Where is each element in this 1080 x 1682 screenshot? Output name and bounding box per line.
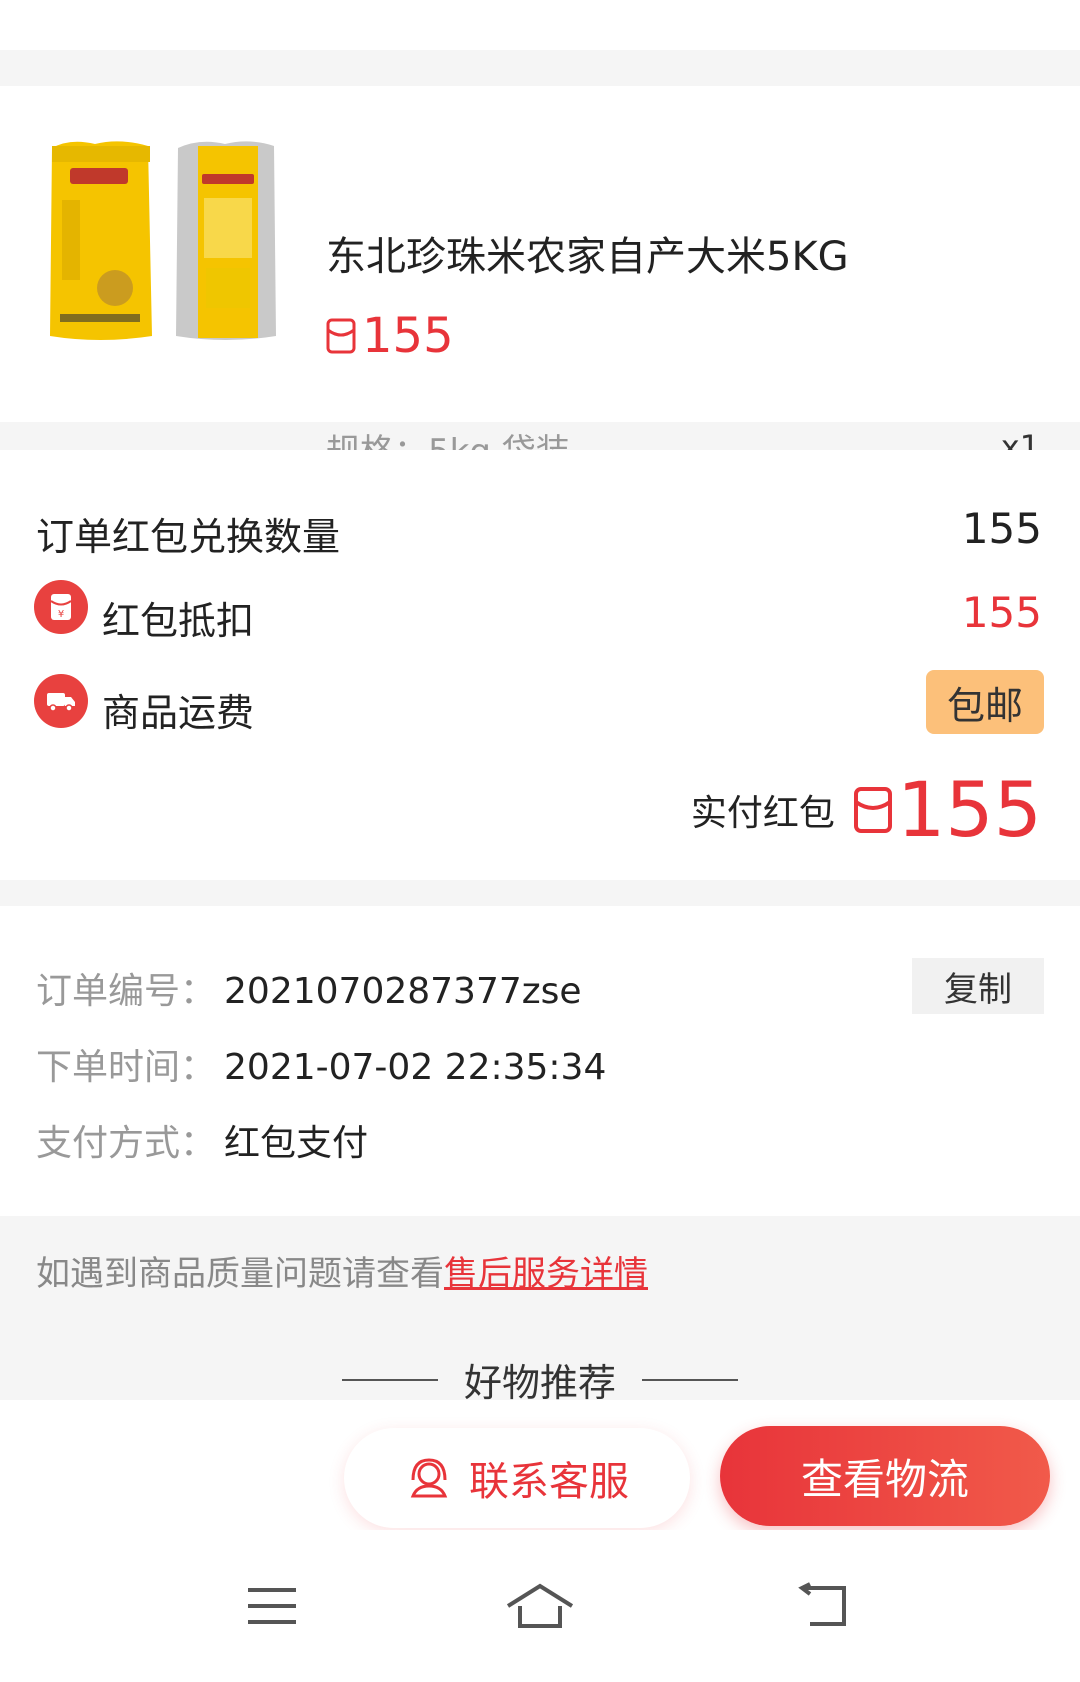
divider-line bbox=[341, 1378, 438, 1381]
product-title: 东北珍珠米农家自产大米5KG bbox=[326, 234, 849, 280]
svg-text:¥: ¥ bbox=[58, 609, 64, 620]
recommend-divider: 好物推荐 bbox=[0, 1352, 1080, 1407]
recommend-title: 好物推荐 bbox=[463, 1361, 616, 1405]
contact-service-button[interactable]: 联系客服 bbox=[344, 1428, 690, 1528]
order-info: 订单编号： 2021070287377zse 复制 下单时间： 2021-07-02… bbox=[0, 906, 1080, 1216]
red-packet-deduct-icon: ¥ bbox=[34, 580, 88, 634]
order-number-key: 订单编号： bbox=[36, 971, 217, 1012]
divider-line bbox=[642, 1378, 738, 1381]
free-shipping-badge: 包邮 bbox=[926, 670, 1044, 734]
red-packet-icon bbox=[326, 318, 356, 354]
paid-value: 155 bbox=[896, 765, 1042, 854]
order-time-row: 下单时间： 2021-07-02 22:35:34 bbox=[36, 1038, 606, 1090]
headset-icon bbox=[410, 1458, 448, 1498]
payment-summary: 订单红包兑换数量 155 ¥ 红包抵扣 155 商品运费 包邮 实付红包 155 bbox=[0, 450, 1080, 880]
payment-method-row: 支付方式： 红包支付 bbox=[36, 1114, 368, 1166]
order-number-value: 2021070287377zse bbox=[224, 971, 582, 1012]
rice-bag-image bbox=[50, 141, 276, 340]
menu-icon[interactable] bbox=[244, 1582, 300, 1630]
exchange-label: 订单红包兑换数量 bbox=[36, 515, 341, 559]
paid-total: 实付红包 155 bbox=[691, 772, 1042, 848]
back-icon[interactable] bbox=[796, 1582, 852, 1630]
paid-label: 实付红包 bbox=[690, 793, 835, 834]
order-number-row: 订单编号： 2021070287377zse bbox=[36, 962, 582, 1014]
deduct-value: 155 bbox=[961, 588, 1042, 637]
exchange-value: 155 bbox=[961, 504, 1042, 553]
shipping-truck-icon bbox=[34, 674, 88, 728]
action-bar: 联系客服 查看物流 bbox=[0, 1400, 1080, 1530]
deduct-label: 红包抵扣 bbox=[102, 599, 255, 643]
shipping-label: 商品运费 bbox=[102, 691, 255, 735]
copy-button[interactable]: 复制 bbox=[912, 958, 1044, 1014]
order-detail-page: 东北珍珠米农家自产大米5KG 155 规格：5kg 袋装 x1 订单红包兑换数量… bbox=[0, 0, 1080, 1682]
top-strip bbox=[0, 0, 1080, 50]
system-nav-bar bbox=[0, 1530, 1080, 1682]
view-logistics-button[interactable]: 查看物流 bbox=[720, 1426, 1050, 1526]
product-card[interactable]: 东北珍珠米农家自产大米5KG 155 规格：5kg 袋装 x1 bbox=[0, 86, 1080, 472]
payment-method-value: 红包支付 bbox=[224, 1123, 369, 1164]
red-packet-icon bbox=[853, 787, 892, 833]
contact-service-label: 联系客服 bbox=[469, 1459, 629, 1505]
home-icon[interactable] bbox=[504, 1582, 576, 1632]
product-price: 155 bbox=[326, 312, 454, 360]
after-sale-note: 如遇到商品质量问题请查看售后服务详情 bbox=[36, 1246, 648, 1295]
order-time-value: 2021-07-02 22:35:34 bbox=[224, 1047, 607, 1088]
payment-method-key: 支付方式： bbox=[36, 1123, 217, 1164]
after-sale-text: 如遇到商品质量问题请查看 bbox=[36, 1254, 444, 1294]
after-sale-link[interactable]: 售后服务详情 bbox=[444, 1254, 648, 1294]
product-price-value: 155 bbox=[362, 308, 454, 364]
order-time-key: 下单时间： bbox=[36, 1047, 217, 1088]
